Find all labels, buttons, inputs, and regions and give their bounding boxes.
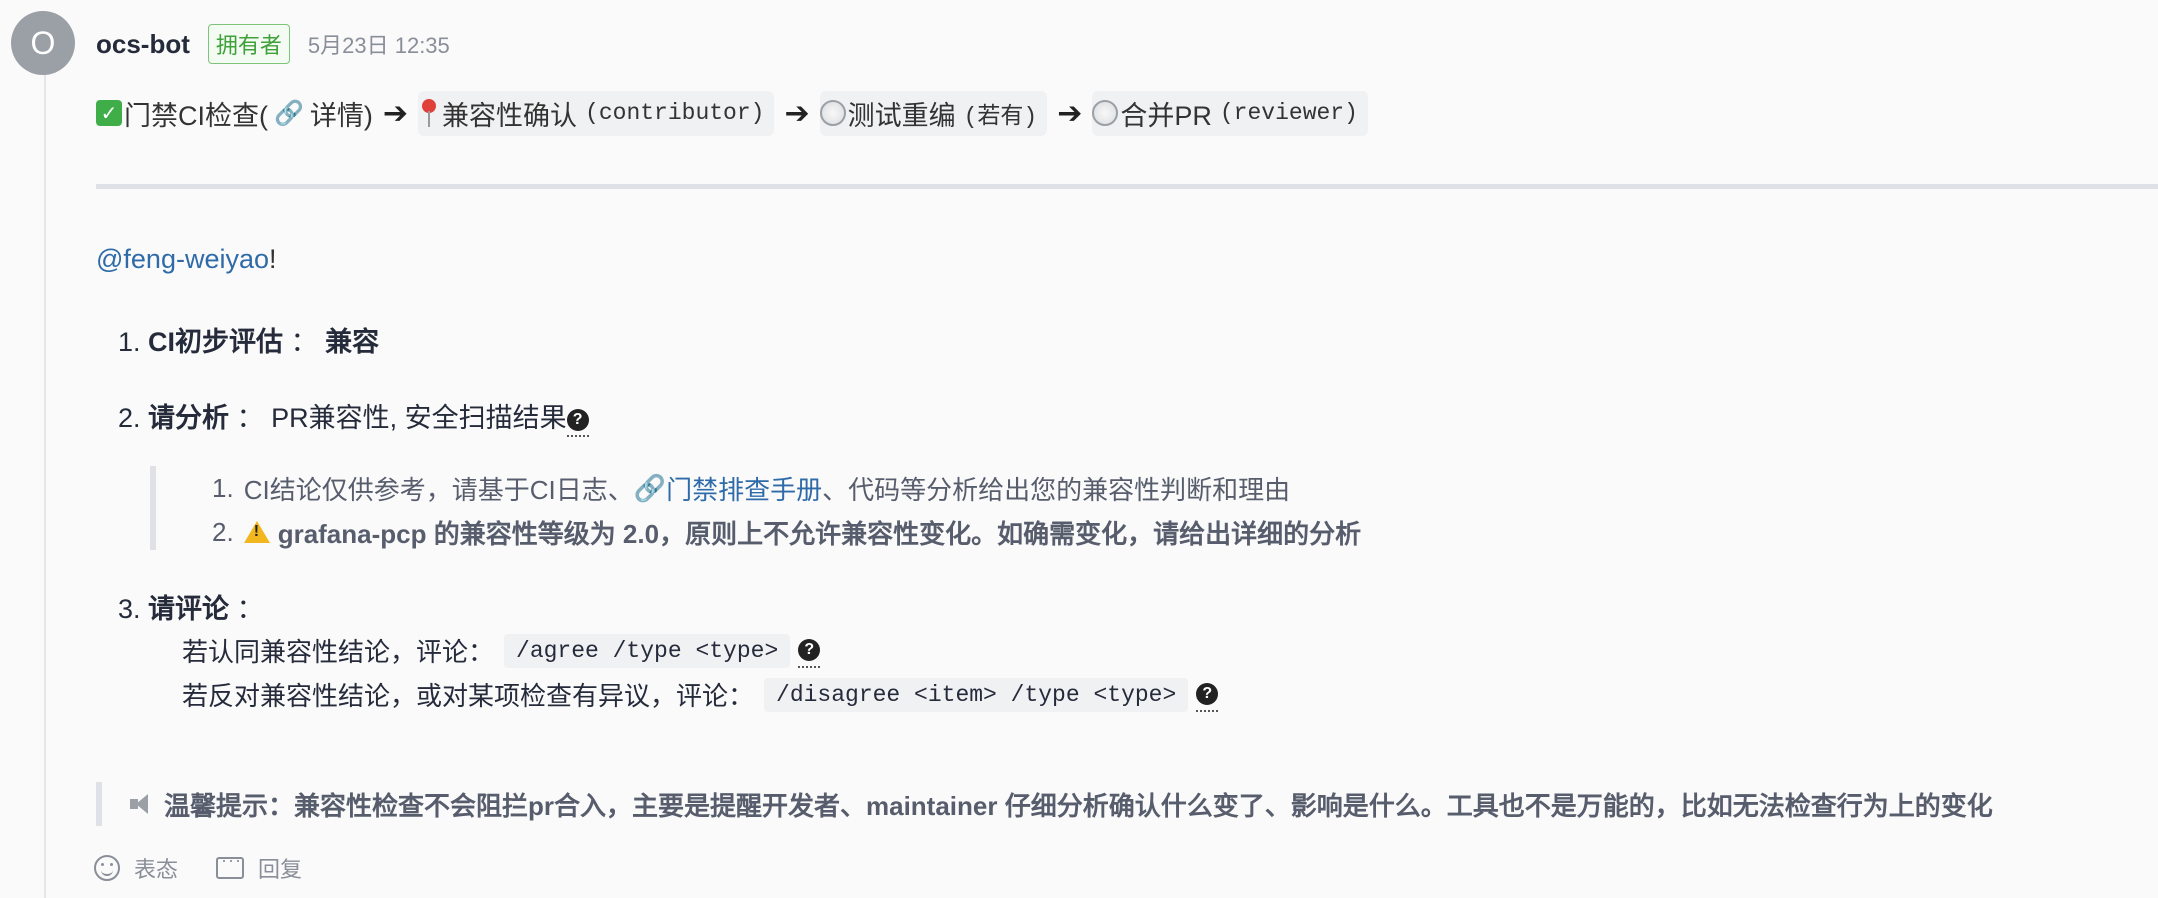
pipeline-step-compat-label: 兼容性确认 — [442, 100, 578, 131]
avatar[interactable]: O — [11, 11, 75, 75]
pipeline-step-rebuild: 测试重编 (若有) — [819, 90, 1048, 136]
user-mention-link[interactable]: @feng-weiyao — [96, 244, 269, 274]
pipeline-status: ✓ 门禁CI检查( 🔗 详情) ➔ 兼容性确认 (contributor) ➔ … — [96, 90, 2158, 136]
help-link[interactable]: ? — [566, 403, 589, 437]
list-item-separator: ： — [236, 403, 264, 433]
quote-item-text: CI结论仅供参考，请基于CI日志、 — [243, 474, 634, 505]
agree-command: /agree /type <type> — [504, 633, 791, 668]
troubleshoot-manual-link[interactable]: 门禁排查手册 — [666, 470, 822, 507]
react-button[interactable]: 表态 — [94, 852, 178, 884]
comment-header: ocs-bot 拥有者 5月23日 12:35 — [96, 24, 450, 64]
quote-item-text: grafana-pcp 的兼容性等级为 2.0，原则上不允许兼容性变化。如确需变… — [277, 518, 1362, 549]
pipeline-step-compat: 兼容性确认 (contributor) — [418, 90, 775, 136]
help-icon: ? — [1196, 683, 1219, 706]
reply-label: 回复 — [258, 857, 303, 882]
list-item-number: 3. — [118, 594, 141, 624]
comment-body: ✓ 门禁CI检查( 🔗 详情) ➔ 兼容性确认 (contributor) ➔ … — [96, 90, 2158, 136]
analysis-quote: 1. CI结论仅供参考，请基于CI日志、 🔗 门禁排查手册 、代码等分析给出您的… — [150, 466, 1512, 550]
pipeline-step-ci-details-link[interactable]: 详情) — [310, 94, 373, 133]
quote-item-number: 2. — [212, 516, 234, 547]
speaker-icon — [130, 794, 156, 814]
link-icon: 🔗 — [633, 472, 667, 503]
list-item-number: 1. — [118, 327, 141, 357]
reply-button[interactable]: 回复 — [216, 850, 303, 884]
smile-icon — [94, 855, 120, 881]
arrow-right-icon: ➔ — [784, 96, 810, 130]
agree-instruction-text: 若认同兼容性结论，评论： — [182, 637, 495, 667]
tip-text: 温馨提示：兼容性检查不会阻拦pr合入，主要是提醒开发者、maintainer 仔… — [164, 790, 1993, 821]
quote-item: 1. CI结论仅供参考，请基于CI日志、 🔗 门禁排查手册 、代码等分析给出您的… — [212, 466, 1512, 510]
list-item: 3. 请评论 ： — [118, 587, 264, 626]
ci-result-value: 兼容 — [325, 327, 380, 357]
mention-suffix: ! — [269, 244, 277, 274]
help-link[interactable]: ? — [1196, 677, 1219, 712]
author-name[interactable]: ocs-bot — [96, 29, 190, 60]
comment-icon — [216, 850, 245, 879]
check-icon: ✓ — [96, 100, 122, 126]
radio-circle-icon — [819, 100, 846, 126]
comment-actions: 表态 回复 — [94, 850, 303, 884]
quote-item: 2. grafana-pcp 的兼容性等级为 2.0，原则上不允许兼容性变化。如… — [212, 510, 1512, 554]
list-item-text: PR兼容性, 安全扫描结果 — [271, 403, 567, 433]
help-icon: ? — [566, 408, 589, 431]
avatar-letter: O — [30, 24, 56, 61]
quote-item-number: 1. — [212, 472, 234, 503]
radio-circle-icon — [1092, 100, 1119, 126]
arrow-right-icon: ➔ — [382, 96, 409, 130]
agree-instruction: 若认同兼容性结论，评论： /agree /type <type> ? — [182, 632, 821, 669]
pin-icon — [418, 97, 440, 129]
list-item-title: CI初步评估 — [148, 327, 284, 357]
list-item: 1. CI初步评估 ： 兼容 — [118, 320, 379, 359]
pipeline-step-merge-label: 合并PR — [1120, 100, 1212, 131]
react-label: 表态 — [134, 857, 179, 882]
timeline-line — [44, 60, 46, 898]
help-icon: ? — [798, 639, 821, 662]
disagree-command: /disagree <item> /type <type> — [764, 677, 1189, 712]
list-item-title: 请分析 — [148, 403, 230, 433]
quote-item-text: 、代码等分析给出您的兼容性判断和理由 — [822, 474, 1291, 505]
pipeline-step-merge: 合并PR (reviewer) — [1092, 90, 1368, 136]
tip-quote: 温馨提示：兼容性检查不会阻拦pr合入，主要是提醒开发者、maintainer 仔… — [96, 782, 1993, 826]
disagree-instruction: 若反对兼容性结论，或对某项检查有异议，评论： /disagree <item> … — [182, 676, 1219, 713]
list-item-separator: ： — [236, 594, 264, 624]
pipeline-step-rebuild-role: (若有) — [963, 104, 1038, 130]
timestamp[interactable]: 5月23日 12:35 — [308, 28, 450, 60]
owner-badge: 拥有者 — [207, 24, 290, 64]
pipeline-step-ci: ✓ 门禁CI检查( 🔗 详情) — [96, 91, 373, 136]
mention-line: @feng-weiyao! — [96, 244, 277, 275]
list-item-number: 2. — [118, 403, 141, 433]
list-item-separator: ： — [290, 327, 318, 357]
list-item: 2. 请分析 ： PR兼容性, 安全扫描结果? — [118, 396, 589, 437]
list-item-title: 请评论 — [148, 594, 230, 624]
disagree-instruction-text: 若反对兼容性结论，或对某项检查有异议，评论： — [182, 681, 755, 711]
divider — [96, 184, 2158, 189]
pipeline-step-merge-role: (reviewer) — [1219, 100, 1358, 126]
link-icon: 🔗 — [274, 99, 304, 127]
pipeline-step-compat-role: (contributor) — [585, 100, 765, 126]
warning-icon — [243, 521, 270, 543]
help-link[interactable]: ? — [798, 633, 821, 668]
pipeline-step-rebuild-label: 测试重编 — [847, 100, 956, 131]
arrow-right-icon: ➔ — [1057, 96, 1083, 130]
pipeline-step-ci-label: 门禁CI检查( — [124, 100, 268, 131]
